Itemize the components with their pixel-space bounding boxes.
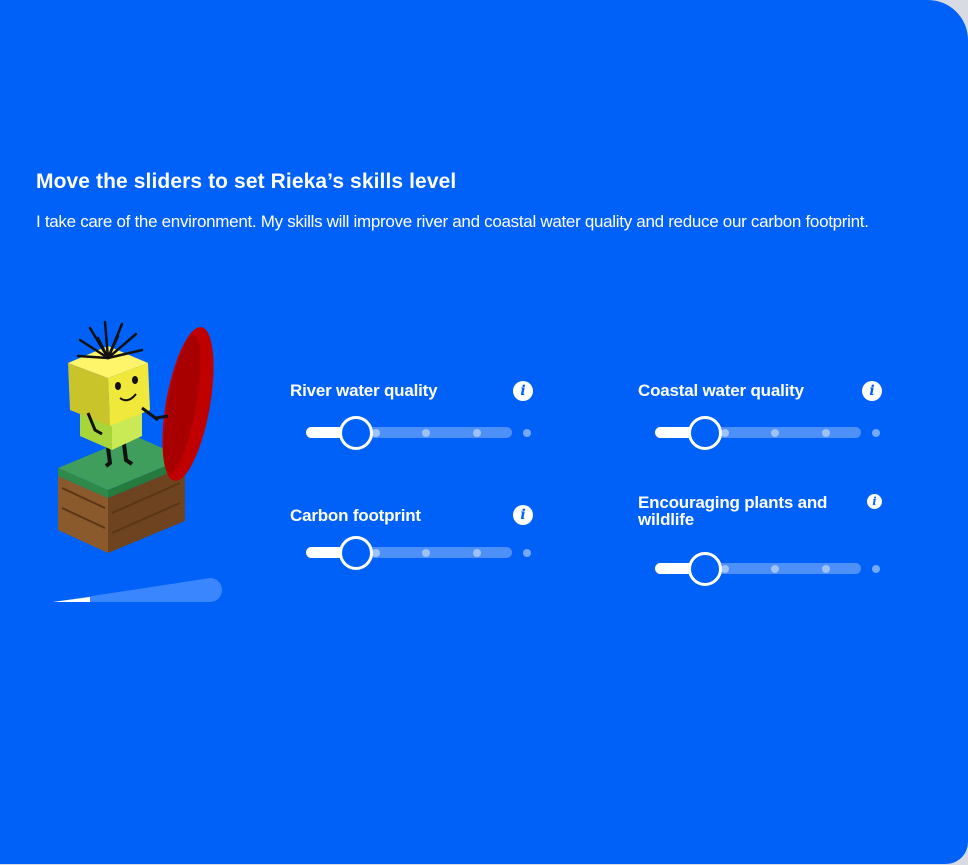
info-icon[interactable]: i: [513, 381, 533, 401]
skill-label-encouraging-plants-and-wildlife: Encouraging plants and wildlife: [638, 493, 828, 529]
slider-encouraging-plants-and-wildlife[interactable]: [655, 552, 880, 586]
slider-thumb[interactable]: [339, 536, 373, 570]
skill-progress-bar: [53, 578, 222, 602]
skills-panel: Move the sliders to set Rieka’s skills l…: [0, 0, 968, 864]
skill-label-river-water-quality: River water quality: [290, 381, 438, 400]
intro-description: I take care of the environment. My skill…: [36, 212, 869, 231]
rieka-character-illustration: [50, 318, 225, 608]
slider-carbon-footprint[interactable]: [306, 536, 531, 570]
slider-thumb[interactable]: [688, 552, 722, 586]
slider-thumb[interactable]: [688, 416, 722, 450]
slider-coastal-water-quality[interactable]: [655, 416, 880, 450]
page-title: Move the sliders to set Rieka’s skills l…: [36, 170, 457, 193]
skill-label-carbon-footprint: Carbon footprint: [290, 506, 421, 525]
info-icon[interactable]: i: [867, 494, 882, 509]
slider-river-water-quality[interactable]: [306, 416, 531, 450]
slider-thumb[interactable]: [339, 416, 373, 450]
skill-label-coastal-water-quality: Coastal water quality: [638, 381, 804, 400]
info-icon[interactable]: i: [513, 505, 533, 525]
info-icon[interactable]: i: [862, 381, 882, 401]
